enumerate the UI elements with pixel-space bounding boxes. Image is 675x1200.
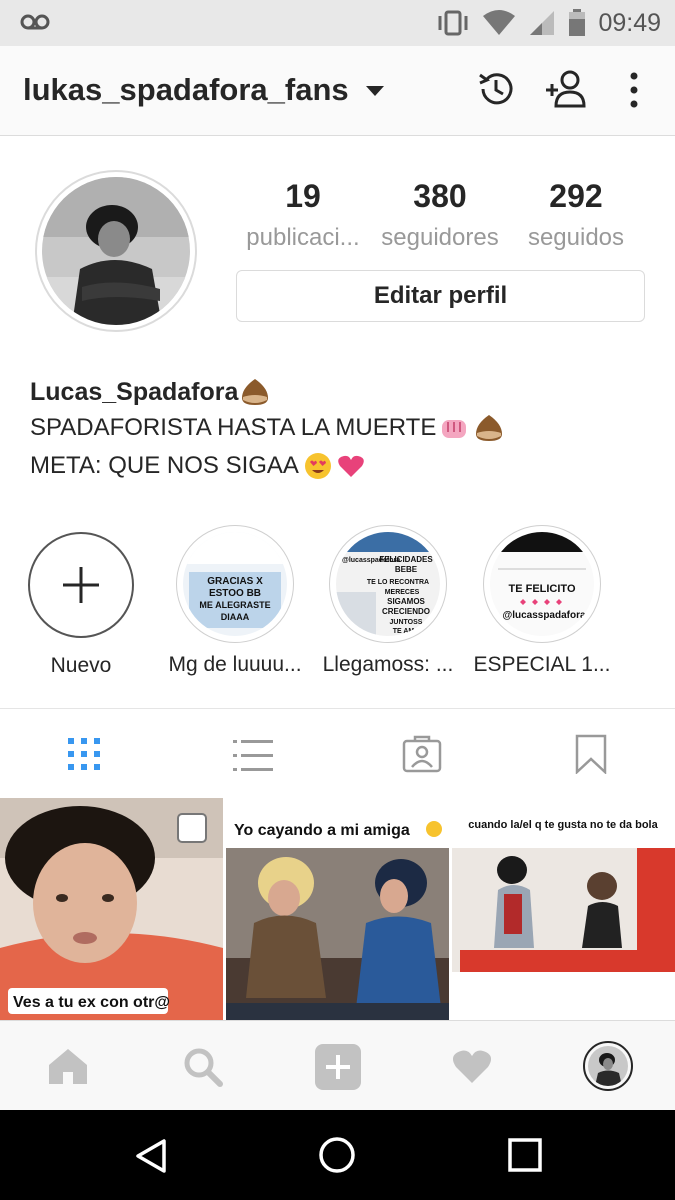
thumb-text: @lucasspadafora <box>502 610 586 621</box>
system-navigation-bar <box>0 1110 675 1200</box>
post-tile[interactable]: Ves a tu ex con otr@ <box>0 798 223 1020</box>
stat-followers[interactable]: 380 seguidores <box>375 178 505 252</box>
thumb-text: GRACIAS X <box>207 576 263 587</box>
home-button-icon[interactable] <box>318 1136 356 1174</box>
chevron-down-icon[interactable] <box>366 86 384 96</box>
account-username[interactable]: lukas_spadafora_fans <box>23 72 349 108</box>
thumb-text: MERECES <box>385 589 420 596</box>
more-icon[interactable] <box>630 72 638 108</box>
home-icon[interactable] <box>48 1048 88 1084</box>
post-grid: Ves a tu ex con otr@ Yo cayando a mi ami… <box>0 798 675 1020</box>
thumb-text: DIAAA <box>221 612 250 622</box>
wifi-icon <box>483 10 516 35</box>
post-caption: Ves a tu ex con otr@ <box>13 994 170 1011</box>
plus-icon <box>63 567 99 603</box>
profile-header: lukas_spadafora_fans <box>0 46 675 136</box>
fist-emoji-icon <box>442 420 467 438</box>
voicemail-icon <box>20 14 50 30</box>
thumb-text: TE AMA <box>393 628 420 635</box>
stat-followers-label: seguidores <box>381 224 499 251</box>
highlight-new[interactable]: Nuevo <box>11 525 151 678</box>
bio-line-1: SPADAFORISTA HASTA LA MUERTE <box>30 410 504 446</box>
status-bar: 09:49 <box>0 0 675 46</box>
bio-line-2: META: QUE NOS SIGAA <box>30 448 504 484</box>
add-post-icon[interactable] <box>315 1044 361 1090</box>
tagged-icon[interactable] <box>402 735 442 773</box>
battery-icon <box>569 9 586 36</box>
thumb-text: BEBE <box>395 565 418 574</box>
bookmark-icon[interactable] <box>575 734 607 774</box>
heart-icon[interactable] <box>452 1049 492 1085</box>
highlight-ring: TE FELICITO @lucasspadafora <box>483 525 601 643</box>
stat-posts-label: publicaci... <box>246 224 360 251</box>
highlight-thumbnail: @lucasspadafora FELICIDADES BEBE TE LO R… <box>336 532 440 636</box>
thumb-text: ESTOO BB <box>209 588 261 599</box>
highlight-item[interactable]: @lucasspadafora FELICIDADES BEBE TE LO R… <box>318 525 458 677</box>
thumb-text: JUNTOSS <box>390 619 423 626</box>
signal-icon <box>530 11 555 35</box>
add-person-icon[interactable] <box>544 68 588 108</box>
clock: 09:49 <box>598 8 661 37</box>
profile-tabs <box>0 708 675 798</box>
post-caption: cuando la/el q te gusta no te da bola <box>468 819 658 831</box>
stat-posts-value: 19 <box>285 178 321 214</box>
history-icon[interactable] <box>477 70 515 108</box>
highlight-item[interactable]: TE FELICITO @lucasspadafora ESPECIAL 1..… <box>472 525 612 677</box>
stat-followers-value: 380 <box>413 178 467 214</box>
stat-following[interactable]: 292 seguidos <box>511 178 641 252</box>
edit-profile-button[interactable]: Editar perfil <box>236 270 645 322</box>
bio-text-2: META: QUE NOS SIGAA <box>30 452 299 479</box>
highlight-label: ESPECIAL 1... <box>473 653 611 676</box>
display-name-row: Lucas_Spadafora <box>30 376 504 408</box>
thumb-text: FELICIDADES <box>379 555 433 564</box>
stat-posts[interactable]: 19 publicaci... <box>238 178 368 252</box>
display-name: Lucas_Spadafora <box>30 377 239 406</box>
highlight-label: Nuevo <box>50 654 112 677</box>
list-icon[interactable] <box>233 738 273 772</box>
highlight-ring: @lucasspadafora FELICIDADES BEBE TE LO R… <box>329 525 447 643</box>
highlight-label: Mg de luuuu... <box>168 653 302 676</box>
heart-eyes-emoji-icon <box>304 453 331 479</box>
thumb-text: TE FELICITO <box>508 583 575 595</box>
profile-bio: Lucas_Spadafora SPADAFORISTA HASTA LA MU… <box>30 376 504 484</box>
highlight-item[interactable]: GRACIAS X ESTOO BB ME ALEGRASTE DIAAA Mg… <box>165 525 305 677</box>
highlight-label: Llegamoss: ... <box>322 653 454 676</box>
thumb-text: ME ALEGRASTE <box>199 600 270 610</box>
chestnut-emoji-icon <box>476 415 503 441</box>
thumb-text: TE LO RECONTRA <box>367 579 429 586</box>
profile-avatar[interactable] <box>42 177 190 325</box>
vibrate-icon <box>438 10 468 36</box>
stat-following-value: 292 <box>549 178 603 214</box>
post-caption: Yo cayando a mi amiga <box>234 822 410 839</box>
bio-text-1: SPADAFORISTA HASTA LA MUERTE <box>30 414 437 441</box>
chestnut-emoji-icon <box>242 379 269 405</box>
highlight-thumbnail: TE FELICITO @lucasspadafora <box>490 532 594 636</box>
search-icon[interactable] <box>183 1047 223 1087</box>
highlight-thumbnail: GRACIAS X ESTOO BB ME ALEGRASTE DIAAA <box>183 532 287 636</box>
highlight-ring: GRACIAS X ESTOO BB ME ALEGRASTE DIAAA <box>176 525 294 643</box>
heart-emoji-icon <box>338 455 364 477</box>
post-tile[interactable]: Yo cayando a mi amiga <box>226 798 449 1020</box>
recent-apps-icon[interactable] <box>508 1138 542 1172</box>
thumb-text: SIGAMOS <box>387 597 425 606</box>
grid-icon[interactable] <box>67 737 101 771</box>
thumb-text: CRECIENDO <box>382 607 430 616</box>
stat-following-label: seguidos <box>527 224 625 251</box>
bottom-navigation <box>0 1020 675 1110</box>
new-highlight-ring[interactable] <box>28 532 134 638</box>
post-tile[interactable]: cuando la/el q te gusta no te da bola <box>452 798 675 1020</box>
profile-avatar-tab[interactable] <box>583 1041 633 1091</box>
back-icon[interactable] <box>134 1138 168 1174</box>
